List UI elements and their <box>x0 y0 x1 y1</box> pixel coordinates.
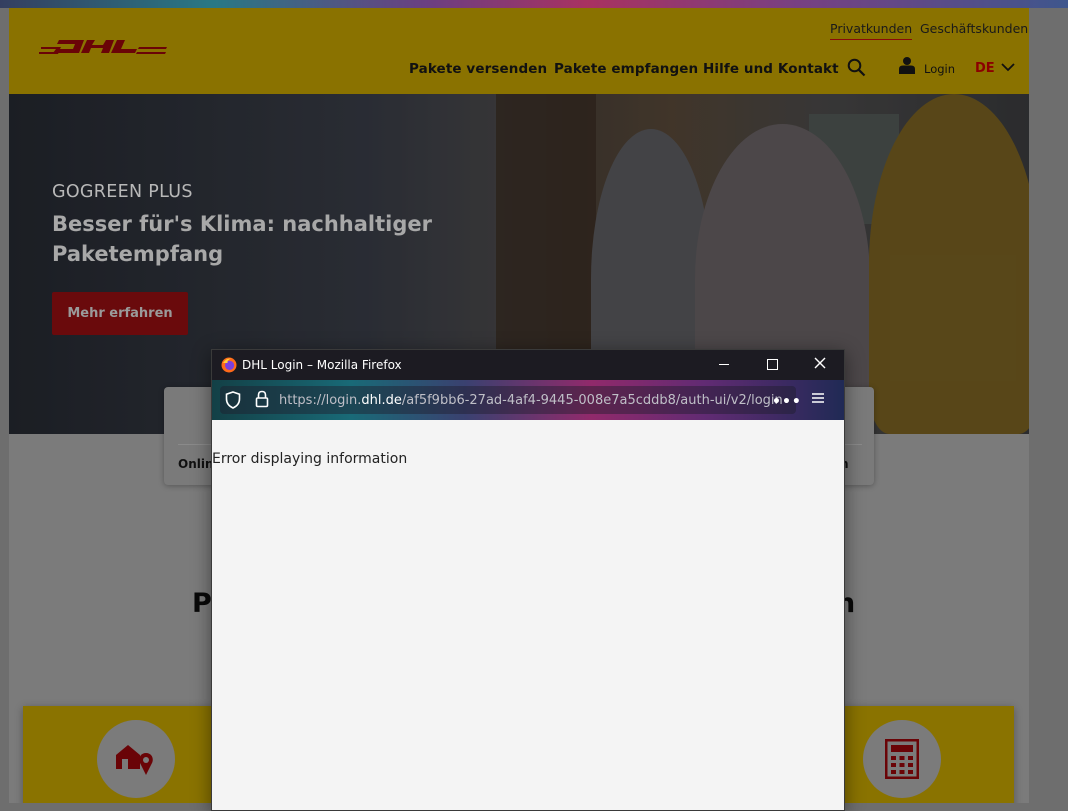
firefox-logo <box>221 357 237 373</box>
mehr-erfahren-button[interactable]: Mehr erfahren <box>52 292 188 335</box>
link-privatkunden[interactable]: Privatkunden <box>830 21 913 40</box>
lock-icon[interactable] <box>255 390 269 408</box>
nav-pakete-empfangen[interactable]: Pakete empfangen <box>554 61 698 77</box>
dhl-logo[interactable] <box>39 38 167 56</box>
window-title: DHL Login – Mozilla Firefox <box>242 358 402 372</box>
maximize-icon[interactable] <box>767 359 778 370</box>
user-icon[interactable] <box>898 56 916 75</box>
firefox-login-window: DHL Login – Mozilla Firefox https://logi… <box>211 349 845 811</box>
browser-top-strip <box>0 0 1068 8</box>
search-icon[interactable] <box>847 58 866 77</box>
nav-hilfe-und-kontakt[interactable]: Hilfe und Kontakt <box>703 61 839 77</box>
window-titlebar[interactable]: DHL Login – Mozilla Firefox <box>212 350 844 380</box>
login-link[interactable]: Login <box>924 62 955 76</box>
site-header: Privatkunden Geschäftskunden Pakete vers… <box>9 8 1029 94</box>
url-prefix: https://login. <box>279 393 362 408</box>
hero-title: Besser für's Klima: nachhaltiger Paketem… <box>52 212 432 266</box>
error-message: Error displaying information <box>212 451 408 467</box>
service-card-left[interactable] <box>23 706 243 803</box>
section-heading-left: P <box>192 588 212 619</box>
close-icon[interactable] <box>813 356 827 370</box>
calculator-icon <box>885 739 919 779</box>
hero-eyebrow: GOGREEN PLUS <box>52 182 193 202</box>
house-location-icon <box>116 745 153 775</box>
card-icon-circle <box>863 720 941 798</box>
link-geschaeftskunden[interactable]: Geschäftskunden <box>920 21 1028 36</box>
widget-tab-left[interactable]: Onlin <box>178 457 214 471</box>
minimize-icon[interactable] <box>719 364 729 365</box>
browser-toolbar: https://login.dhl.de/af5f9bb6-27ad-4af4-… <box>212 380 844 420</box>
language-selector[interactable]: DE <box>975 61 995 76</box>
nav-pakete-versenden[interactable]: Pakete versenden <box>409 61 547 77</box>
browser-content-area: Error displaying information <box>212 420 844 810</box>
url-text[interactable]: https://login.dhl.de/af5f9bb6-27ad-4af4-… <box>279 393 783 408</box>
url-domain: dhl.de <box>361 393 402 408</box>
url-path: /af5f9bb6-27ad-4af4-9445-008e7a5cddb8/au… <box>401 393 783 408</box>
chevron-down-icon[interactable] <box>1001 62 1015 72</box>
menu-icon[interactable] <box>811 391 825 405</box>
card-icon-circle <box>97 720 175 798</box>
page-actions-more-icon[interactable]: ••• <box>772 394 802 410</box>
shield-icon[interactable] <box>225 391 241 409</box>
